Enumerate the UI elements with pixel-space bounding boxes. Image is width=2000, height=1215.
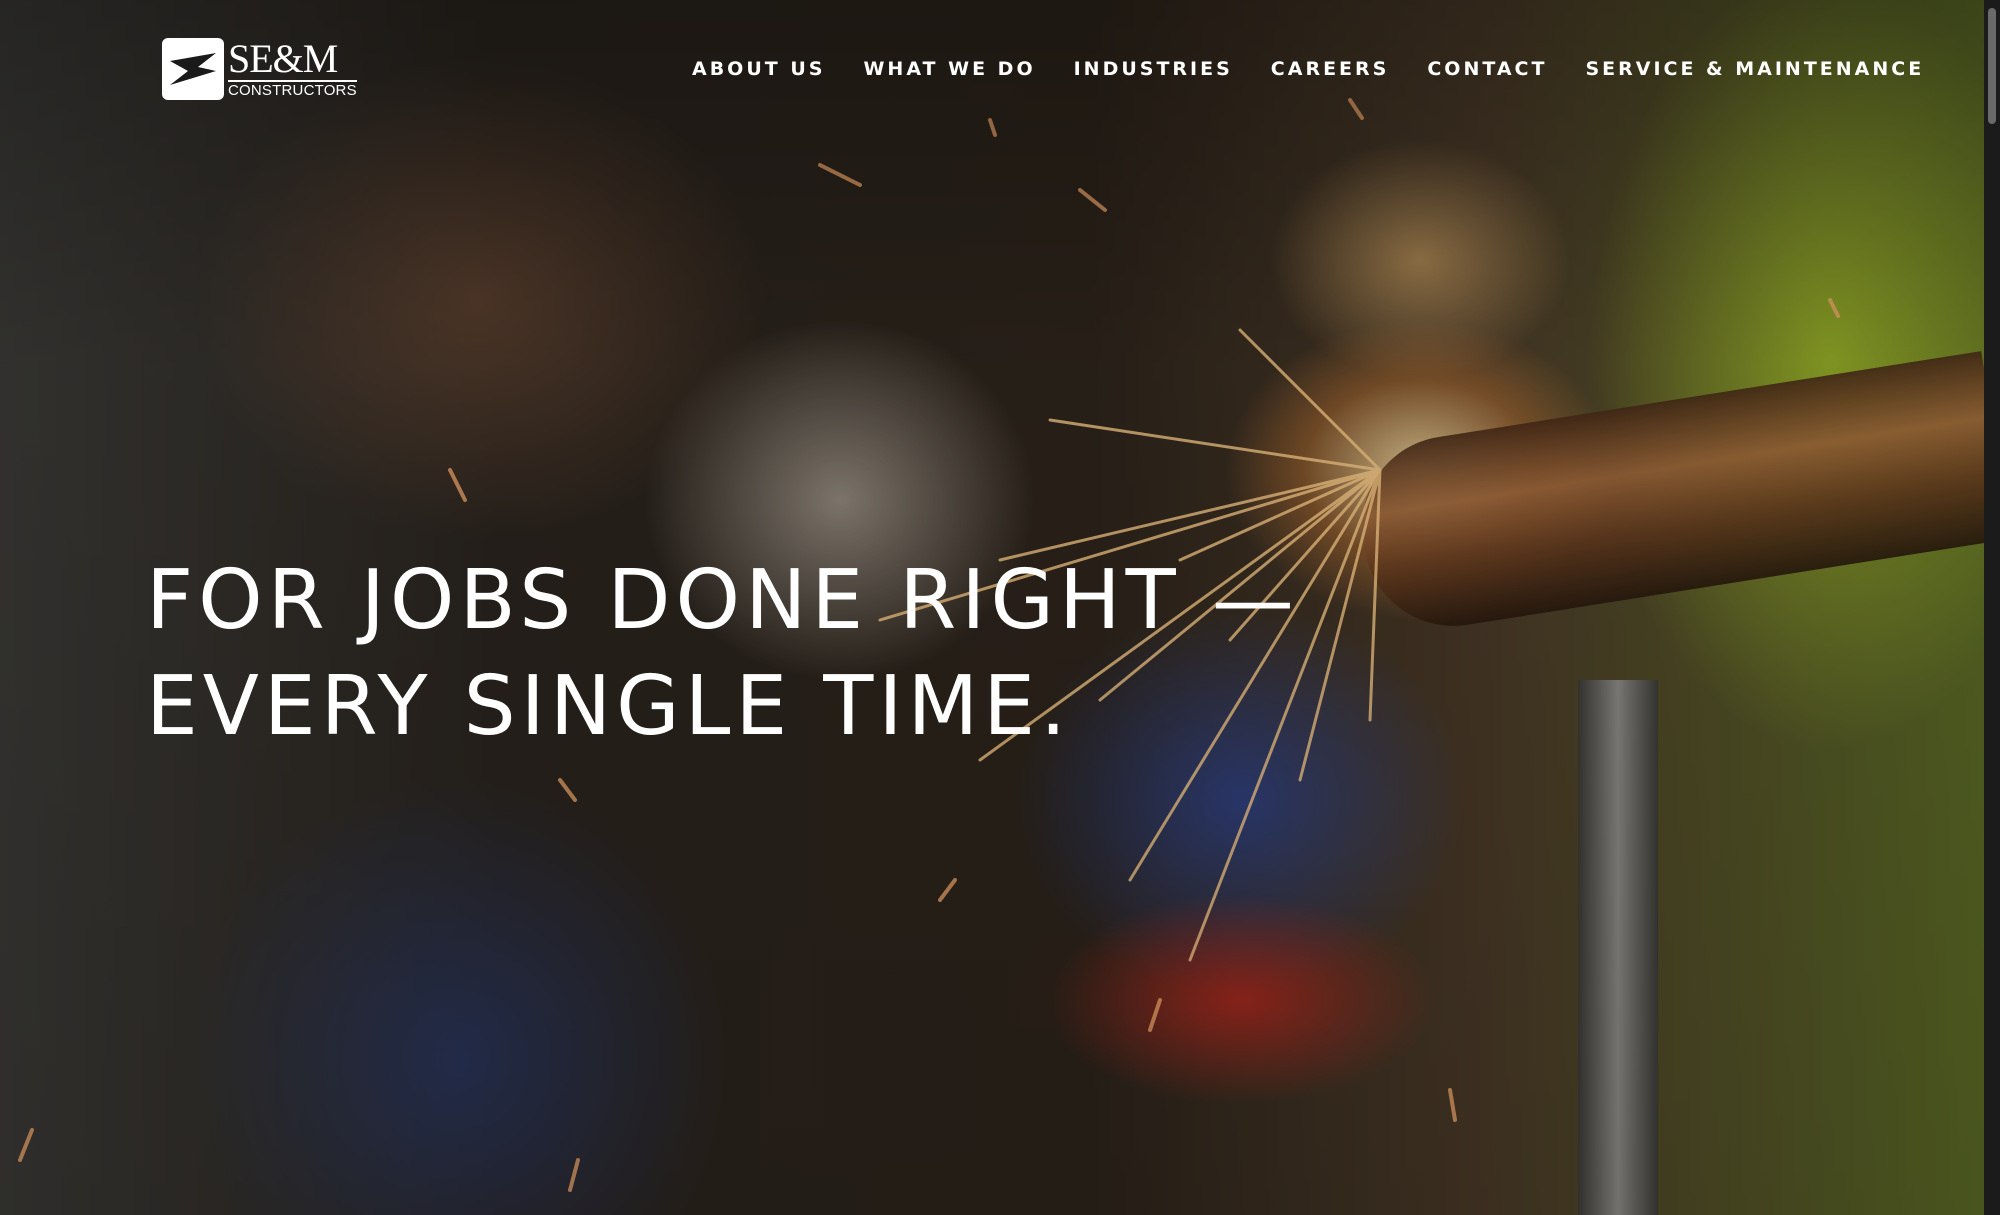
page-scrollbar[interactable] bbox=[1984, 0, 2000, 1215]
nav-item-about-us[interactable]: ABOUT US bbox=[692, 58, 825, 80]
nav-item-what-we-do[interactable]: WHAT WE DO bbox=[863, 58, 1035, 80]
logo-wordmark: SE&M CONSTRUCTORS bbox=[228, 38, 357, 100]
hero-headline: FOR JOBS DONE RIGHT — EVERY SINGLE TIME. bbox=[146, 548, 1346, 760]
logo-name: SE&M bbox=[228, 38, 357, 82]
nav-item-contact[interactable]: CONTACT bbox=[1427, 58, 1547, 80]
nav-item-service-maintenance[interactable]: SERVICE & MAINTENANCE bbox=[1585, 58, 1924, 80]
site-logo[interactable]: SE&M CONSTRUCTORS bbox=[162, 38, 357, 100]
main-navigation: ABOUT US WHAT WE DO INDUSTRIES CAREERS C… bbox=[692, 58, 1924, 80]
hero-headline-line-2: EVERY SINGLE TIME. bbox=[146, 659, 1072, 754]
nav-item-careers[interactable]: CAREERS bbox=[1271, 58, 1390, 80]
scrollbar-thumb[interactable] bbox=[1988, 8, 1996, 124]
lightning-bolt-icon bbox=[162, 38, 224, 100]
page: SE&M CONSTRUCTORS ABOUT US WHAT WE DO IN… bbox=[0, 0, 2000, 1215]
hero-headline-line-1: FOR JOBS DONE RIGHT — bbox=[146, 553, 1299, 648]
nav-item-industries[interactable]: INDUSTRIES bbox=[1074, 58, 1233, 80]
logo-subtitle: CONSTRUCTORS bbox=[228, 81, 357, 99]
